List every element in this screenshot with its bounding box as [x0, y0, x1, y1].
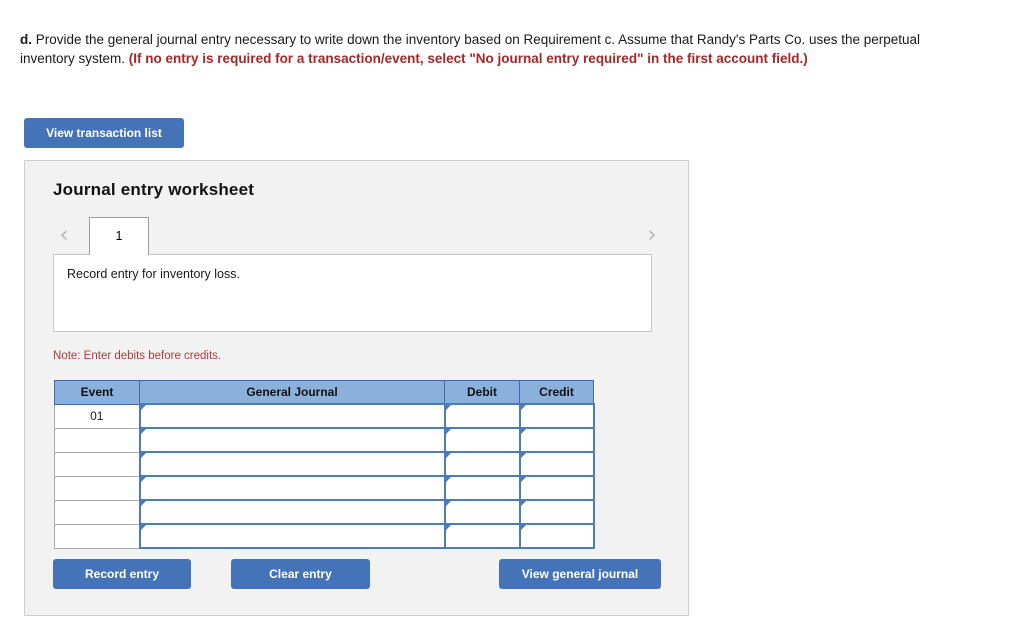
dropdown-marker-icon — [445, 453, 451, 458]
dropdown-marker-icon — [520, 501, 526, 506]
table-header-row: Event General Journal Debit Credit — [54, 380, 594, 405]
event-cell — [54, 500, 140, 525]
table-row — [54, 499, 595, 525]
dropdown-marker-icon — [520, 429, 526, 434]
record-entry-button[interactable]: Record entry — [53, 559, 191, 589]
dropdown-marker-icon — [520, 525, 526, 530]
view-general-journal-button[interactable]: View general journal — [499, 559, 661, 589]
journal-entry-worksheet-panel: Journal entry worksheet ‹ 1 › Record ent… — [24, 160, 689, 616]
general-journal-input[interactable] — [138, 475, 446, 501]
credit-input[interactable] — [518, 427, 595, 453]
debit-input[interactable] — [443, 427, 521, 453]
credit-input[interactable] — [518, 499, 595, 525]
column-header-debit: Debit — [444, 380, 520, 405]
worksheet-tab-1[interactable]: 1 — [89, 217, 149, 255]
table-row — [54, 451, 595, 477]
table-row — [54, 475, 595, 501]
dropdown-marker-icon — [445, 501, 451, 506]
debits-before-credits-note: Note: Enter debits before credits. — [53, 350, 222, 362]
general-journal-input[interactable] — [138, 523, 446, 549]
event-cell — [54, 428, 140, 453]
journal-entry-table: Event General Journal Debit Credit 01 — [54, 380, 595, 549]
credit-input[interactable] — [518, 523, 595, 549]
dropdown-marker-icon — [445, 477, 451, 482]
dropdown-marker-icon — [445, 429, 451, 434]
event-cell — [54, 524, 140, 549]
general-journal-input[interactable] — [138, 403, 446, 429]
credit-input[interactable] — [518, 475, 595, 501]
dropdown-marker-icon — [520, 405, 526, 410]
debit-input[interactable] — [443, 475, 521, 501]
table-row: 01 — [54, 403, 595, 429]
dropdown-marker-icon — [140, 477, 146, 482]
table-row — [54, 523, 595, 549]
column-header-general-journal: General Journal — [139, 380, 445, 405]
general-journal-input[interactable] — [138, 427, 446, 453]
question-instruction: (If no entry is required for a transacti… — [128, 51, 808, 66]
view-transaction-list-button[interactable]: View transaction list — [24, 118, 184, 148]
question-prompt: d. Provide the general journal entry nec… — [20, 30, 945, 68]
event-cell — [54, 452, 140, 477]
dropdown-marker-icon — [520, 453, 526, 458]
debit-input[interactable] — [443, 403, 521, 429]
scenario-text: Record entry for inventory loss. — [67, 267, 240, 281]
chevron-left-icon[interactable]: ‹ — [53, 220, 75, 250]
worksheet-title: Journal entry worksheet — [53, 180, 255, 199]
dropdown-marker-icon — [140, 429, 146, 434]
column-header-credit: Credit — [519, 380, 594, 405]
debit-input[interactable] — [443, 451, 521, 477]
dropdown-marker-icon — [445, 525, 451, 530]
scenario-box: Record entry for inventory loss. — [53, 254, 652, 332]
dropdown-marker-icon — [445, 405, 451, 410]
worksheet-tabstrip: ‹ 1 › — [53, 216, 663, 255]
dropdown-marker-icon — [140, 405, 146, 410]
clear-entry-button[interactable]: Clear entry — [231, 559, 370, 589]
dropdown-marker-icon — [520, 477, 526, 482]
event-cell — [54, 476, 140, 501]
dropdown-marker-icon — [140, 525, 146, 530]
chevron-right-icon[interactable]: › — [641, 220, 663, 250]
general-journal-input[interactable] — [138, 499, 446, 525]
dropdown-marker-icon — [140, 501, 146, 506]
question-label: d. — [20, 32, 32, 47]
credit-input[interactable] — [518, 451, 595, 477]
debit-input[interactable] — [443, 523, 521, 549]
debit-input[interactable] — [443, 499, 521, 525]
event-cell: 01 — [54, 404, 140, 429]
general-journal-input[interactable] — [138, 451, 446, 477]
column-header-event: Event — [54, 380, 140, 405]
table-row — [54, 427, 595, 453]
credit-input[interactable] — [518, 403, 595, 429]
dropdown-marker-icon — [140, 453, 146, 458]
